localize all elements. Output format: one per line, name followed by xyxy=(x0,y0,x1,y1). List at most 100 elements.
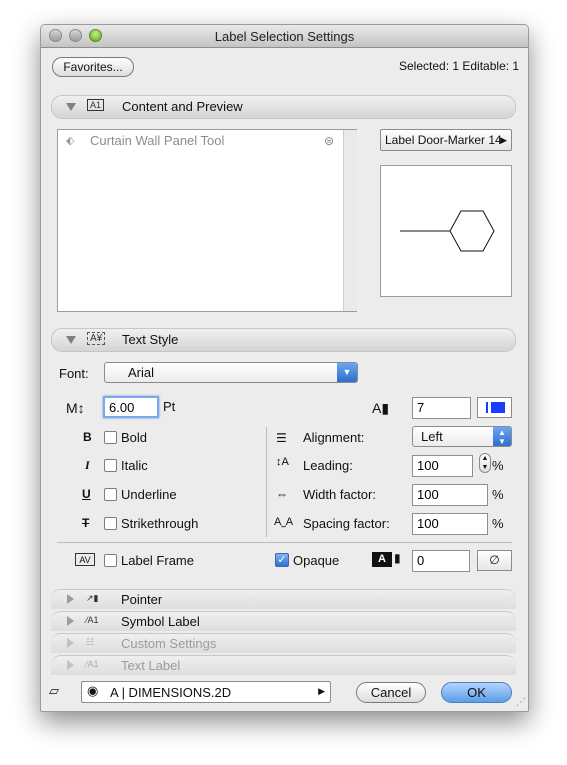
layers-icon: ▱ xyxy=(49,683,59,698)
symbol-label-icon: ⁄A1 xyxy=(86,615,99,625)
leading-stepper[interactable]: ▲ ▼ xyxy=(479,453,491,473)
text-label-section-header[interactable]: ⁄A1 Text Label xyxy=(51,655,516,675)
section-title: Text Label xyxy=(121,658,181,673)
align-left-icon: ☰ xyxy=(276,431,287,445)
font-value: Arial xyxy=(128,365,155,380)
dropdown-arrow-icon: ▼ xyxy=(337,363,357,382)
empty-fill-icon[interactable]: ∅ xyxy=(477,550,512,571)
pen-nib-icon: ▮ xyxy=(394,551,401,565)
list-scrollbar[interactable] xyxy=(343,130,357,311)
eye-icon: ◉ xyxy=(87,683,99,698)
strikethrough-icon: T xyxy=(82,516,90,530)
spacing-factor-label: Spacing factor: xyxy=(303,516,390,531)
selection-info: Selected: 1 Editable: 1 xyxy=(399,59,520,73)
column-divider xyxy=(266,427,267,537)
expand-triangle-icon[interactable] xyxy=(67,638,74,648)
spacing-factor-input[interactable]: 100 xyxy=(412,513,488,535)
text-pen-icon: A▮ xyxy=(372,400,390,416)
section-title: Content and Preview xyxy=(122,99,243,114)
title-bar: Label Selection Settings xyxy=(41,25,528,48)
underline-icon: U xyxy=(82,487,91,501)
text-style-section-header[interactable]: A¥ Text Style xyxy=(51,328,516,352)
underline-label: Underline xyxy=(121,487,177,502)
section-title: Text Style xyxy=(122,332,179,347)
text-size-icon: M↕ xyxy=(66,400,85,416)
alignment-value: Left xyxy=(421,429,443,444)
opaque-pen-icon: A xyxy=(372,552,392,567)
text-size-input[interactable]: 6.00 xyxy=(103,396,159,418)
label-selection-settings-dialog: Label Selection Settings Favorites... Se… xyxy=(40,24,529,712)
pen-color-swatch[interactable] xyxy=(477,397,512,418)
pointer-section-header[interactable]: ↗▮ Pointer xyxy=(51,589,516,609)
italic-label: Italic xyxy=(121,458,148,473)
underline-checkbox[interactable] xyxy=(104,488,117,501)
label-frame-checkbox[interactable] xyxy=(104,554,117,567)
leading-icon: ↕A xyxy=(276,456,289,468)
font-label: Font: xyxy=(59,366,89,381)
section-title: Symbol Label xyxy=(121,614,200,629)
content-list[interactable]: ⬖ Curtain Wall Panel Tool ⊜ xyxy=(57,129,357,312)
alignment-label: Alignment: xyxy=(303,430,365,445)
leading-input[interactable]: 100 xyxy=(412,455,473,477)
alignment-selector[interactable]: Left ▲ ▼ xyxy=(412,426,512,447)
door-marker-preview-graphic xyxy=(400,210,495,252)
label-type-selector[interactable]: Label Door-Marker 14 ▶ xyxy=(380,129,512,151)
arrow-right-icon: ▶ xyxy=(318,686,325,696)
expand-triangle-icon[interactable] xyxy=(67,616,74,626)
section-title: Custom Settings xyxy=(121,636,217,651)
italic-icon: I xyxy=(85,458,90,472)
list-item[interactable]: Curtain Wall Panel Tool xyxy=(90,133,224,148)
layer-selector[interactable]: ◉ A | DIMENSIONS.2D ▶ xyxy=(81,681,331,703)
width-factor-input[interactable]: 100 xyxy=(412,484,488,506)
pointer-icon: ↗▮ xyxy=(86,593,99,603)
expand-triangle-icon[interactable] xyxy=(67,594,74,604)
label-preview xyxy=(380,165,512,297)
collapse-triangle-icon[interactable] xyxy=(66,336,76,344)
collapse-triangle-icon[interactable] xyxy=(66,103,76,111)
text-pen-input[interactable]: 7 xyxy=(412,397,471,419)
bold-checkbox[interactable] xyxy=(104,431,117,444)
label-frame-icon: AV xyxy=(75,553,95,566)
pen-color-fill xyxy=(491,402,505,413)
link-icon: ⊜ xyxy=(324,134,335,148)
width-factor-percent: % xyxy=(492,487,504,502)
custom-settings-section-header[interactable]: ☷ Custom Settings xyxy=(51,633,516,653)
favorites-button[interactable]: Favorites... xyxy=(52,57,134,77)
arrow-right-icon: ▶ xyxy=(500,135,507,145)
spacing-factor-icon: A˽A xyxy=(274,516,294,528)
font-selector[interactable]: Arial ▼ xyxy=(104,362,358,383)
symbol-label-section-header[interactable]: ⁄A1 Symbol Label xyxy=(51,611,516,631)
cancel-button[interactable]: Cancel xyxy=(356,682,426,703)
pen-color-bar xyxy=(486,402,488,413)
opaque-label: Opaque xyxy=(293,553,340,568)
opaque-checkbox[interactable]: ✓ xyxy=(275,553,289,567)
italic-checkbox[interactable] xyxy=(104,459,117,472)
horizontal-divider xyxy=(57,542,512,543)
width-factor-icon: ⇔ xyxy=(276,487,288,501)
bold-icon: B xyxy=(83,430,92,444)
leading-percent: % xyxy=(492,458,504,473)
label-preview-icon: A1 xyxy=(87,99,105,111)
custom-settings-icon: ☷ xyxy=(86,637,95,647)
text-label-icon: ⁄A1 xyxy=(86,659,99,669)
text-size-unit: Pt xyxy=(163,399,176,414)
label-frame-label: Label Frame xyxy=(121,553,194,568)
tool-icon: ⬖ xyxy=(66,135,75,147)
bold-label: Bold xyxy=(121,430,148,445)
layer-value: A | DIMENSIONS.2D xyxy=(110,685,232,700)
resize-grip-icon[interactable]: ⋰ xyxy=(516,697,526,708)
updown-arrow-icon: ▲ ▼ xyxy=(493,427,511,446)
expand-triangle-icon[interactable] xyxy=(67,660,74,670)
label-type-value: Label Door-Marker 14 xyxy=(385,133,502,147)
window-title: Label Selection Settings xyxy=(214,29,355,44)
strikethrough-checkbox[interactable] xyxy=(104,517,117,530)
width-factor-label: Width factor: xyxy=(303,487,376,502)
text-style-icon: A¥ xyxy=(87,332,106,345)
leading-label: Leading: xyxy=(303,458,353,473)
section-title: Pointer xyxy=(121,592,163,607)
ok-button[interactable]: OK xyxy=(441,682,512,703)
spacing-factor-percent: % xyxy=(492,516,504,531)
content-preview-section-header[interactable]: A1 Content and Preview xyxy=(51,95,516,119)
opaque-pen-input[interactable]: 0 xyxy=(412,550,470,572)
strikethrough-label: Strikethrough xyxy=(121,516,199,531)
